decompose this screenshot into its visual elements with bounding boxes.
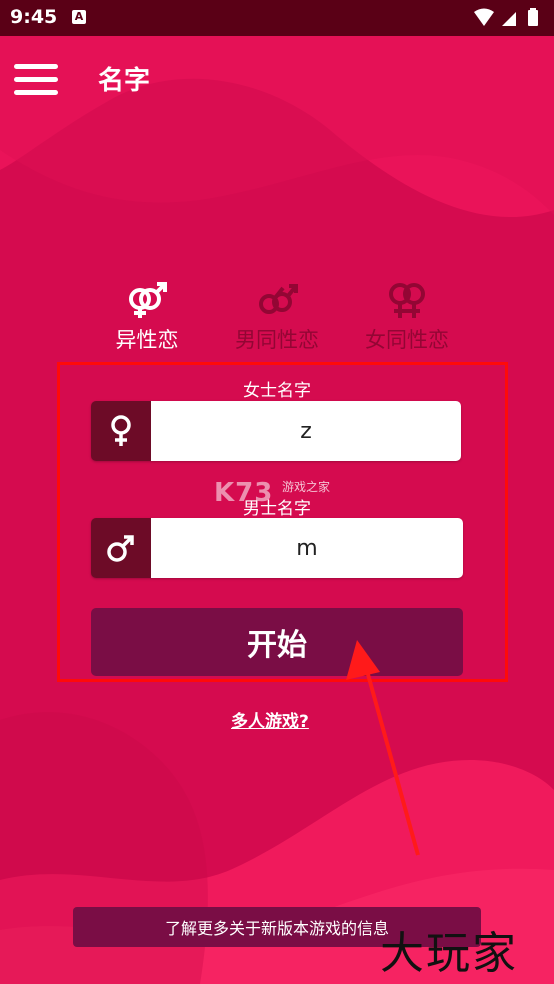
status-time: 9:45 <box>10 6 58 28</box>
gay-symbol-icon <box>259 284 298 314</box>
hetero-symbol-icon <box>129 282 167 318</box>
hamburger-menu-icon[interactable] <box>14 64 60 96</box>
battery-icon <box>528 10 538 26</box>
signal-icon <box>502 12 516 26</box>
k73-watermark: K73 <box>214 478 274 508</box>
k73-watermark-subtitle: 游戏之家 <box>282 480 331 494</box>
tab-gay[interactable]: 男同性恋 <box>212 280 342 360</box>
multiplayer-link[interactable]: 多人游戏? <box>231 707 309 732</box>
highlight-box <box>57 362 508 682</box>
page-title: 名字 <box>98 66 151 96</box>
status-bar: 9:45 A <box>0 0 554 36</box>
orientation-tabs: 异性恋 男同性恋 女同性恋 <box>82 280 472 360</box>
app-header: 名字 <box>0 36 554 122</box>
tab-label: 异性恋 <box>115 328 179 352</box>
status-icons <box>472 8 544 32</box>
tab-heterosexual[interactable]: 异性恋 <box>82 280 212 360</box>
notification-icon: A <box>72 10 86 24</box>
tab-label: 女同性恋 <box>365 328 449 352</box>
tab-label: 男同性恋 <box>235 328 319 352</box>
tab-lesbian[interactable]: 女同性恋 <box>342 280 472 360</box>
lesbian-symbol-icon <box>389 283 425 318</box>
corner-watermark: 大玩家 <box>380 928 518 979</box>
wifi-icon <box>474 8 494 26</box>
